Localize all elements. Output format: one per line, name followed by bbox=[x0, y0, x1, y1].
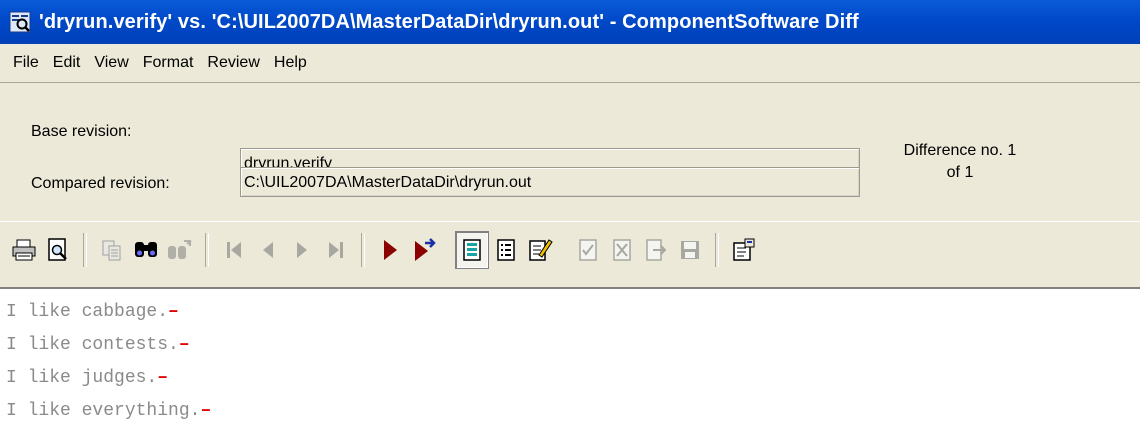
accept-icon[interactable] bbox=[571, 231, 605, 269]
toolbar bbox=[0, 221, 1140, 288]
toolbar-separator bbox=[361, 233, 365, 267]
menu-review[interactable]: Review bbox=[200, 54, 266, 72]
copy-icon[interactable] bbox=[95, 231, 129, 269]
title-bar: 'dryrun.verify' vs. 'C:\UIL2007DA\Master… bbox=[0, 0, 1140, 44]
menu-edit[interactable]: Edit bbox=[46, 54, 88, 72]
print-icon[interactable] bbox=[7, 231, 41, 269]
diff-line: I like judges.– bbox=[6, 368, 168, 388]
menu-format[interactable]: Format bbox=[136, 54, 201, 72]
compared-revision-label: Compared revision: bbox=[31, 175, 170, 192]
edit-note-icon[interactable] bbox=[523, 231, 557, 269]
diff-line-text: I like everything. bbox=[6, 401, 201, 421]
difference-number: Difference no. 1 bbox=[903, 142, 1017, 159]
previous-difference-icon[interactable] bbox=[251, 231, 285, 269]
view-list-icon[interactable] bbox=[489, 231, 523, 269]
diff-line: I like cabbage.– bbox=[6, 302, 179, 322]
find-next-icon[interactable] bbox=[163, 231, 197, 269]
eol-marker: – bbox=[168, 302, 179, 322]
diff-window: 'dryrun.verify' vs. 'C:\UIL2007DA\Master… bbox=[0, 0, 1140, 442]
compared-revision-field[interactable]: C:\UIL2007DA\MasterDataDir\dryrun.out bbox=[240, 167, 860, 197]
toolbar-separator bbox=[83, 233, 87, 267]
menu-file[interactable]: File bbox=[0, 54, 46, 72]
toolbar-separator bbox=[205, 233, 209, 267]
menu-help[interactable]: Help bbox=[267, 54, 314, 72]
find-icon[interactable] bbox=[129, 231, 163, 269]
next-difference-icon[interactable] bbox=[285, 231, 319, 269]
eol-marker: – bbox=[200, 401, 212, 421]
first-difference-icon[interactable] bbox=[217, 231, 251, 269]
diff-line: I like everything.– bbox=[6, 401, 211, 421]
menu-bar: File Edit View Format Review Help bbox=[0, 44, 1140, 83]
reject-icon[interactable] bbox=[605, 231, 639, 269]
view-both-icon[interactable] bbox=[455, 231, 489, 269]
diff-magnifier-icon bbox=[9, 11, 31, 33]
revision-panel: Base revision: dryrun.verify Compared re… bbox=[0, 83, 1140, 221]
window-title: 'dryrun.verify' vs. 'C:\UIL2007DA\Master… bbox=[39, 10, 859, 33]
save-icon[interactable] bbox=[673, 231, 707, 269]
menu-view[interactable]: View bbox=[87, 54, 135, 72]
play-icon[interactable] bbox=[373, 231, 407, 269]
diff-content-pane[interactable]: I like cabbage.– I like contests.– I lik… bbox=[0, 287, 1140, 442]
eol-marker: – bbox=[157, 368, 169, 388]
properties-icon[interactable] bbox=[727, 231, 761, 269]
print-preview-icon[interactable] bbox=[41, 231, 75, 269]
difference-total: of 1 bbox=[946, 164, 974, 181]
difference-counter: Difference no. 1 of 1 bbox=[885, 140, 1035, 184]
diff-line-text: I like judges. bbox=[6, 368, 158, 388]
base-revision-label: Base revision: bbox=[31, 123, 132, 140]
export-icon[interactable] bbox=[639, 231, 673, 269]
diff-line: I like contests.– bbox=[6, 335, 190, 355]
last-difference-icon[interactable] bbox=[319, 231, 353, 269]
diff-line-text: I like contests. bbox=[6, 335, 179, 355]
toolbar-separator bbox=[715, 233, 719, 267]
eol-marker: – bbox=[178, 335, 190, 355]
step-next-icon[interactable] bbox=[407, 231, 441, 269]
diff-line-text: I like cabbage. bbox=[6, 302, 169, 322]
